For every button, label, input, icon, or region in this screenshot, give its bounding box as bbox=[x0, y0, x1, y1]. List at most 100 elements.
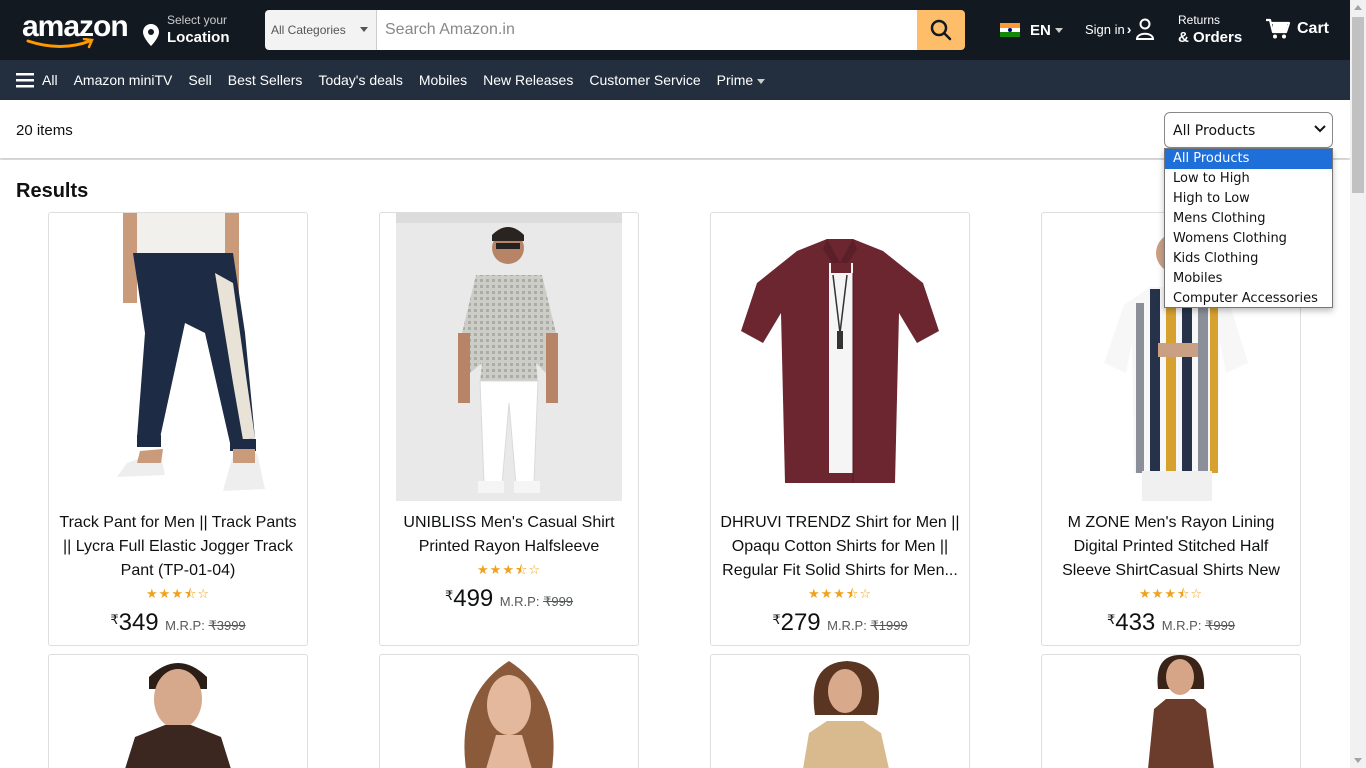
product-price: ₹499 M.R.P: ₹999 bbox=[380, 585, 638, 613]
page-scrollbar[interactable] bbox=[1350, 0, 1366, 768]
product-card[interactable] bbox=[1041, 654, 1301, 768]
sort-option-low-to-high[interactable]: Low to High bbox=[1165, 169, 1332, 189]
sort-option-all-products[interactable]: All Products bbox=[1165, 149, 1332, 169]
sort-dropdown-list: All Products Low to High High to Low Men… bbox=[1164, 148, 1333, 308]
scroll-up-icon[interactable] bbox=[1354, 5, 1362, 10]
mrp-value: ₹3999 bbox=[208, 618, 246, 633]
product-card[interactable]: UNIBLISS Men's Casual Shirt Printed Rayo… bbox=[379, 212, 639, 646]
results-section: Results Track Pant for Men || Track Pant… bbox=[0, 160, 1350, 768]
star-icon: ★★★ bbox=[1139, 586, 1177, 601]
location-line2: Location bbox=[167, 29, 230, 46]
search-icon bbox=[930, 19, 952, 41]
price-currency: ₹ bbox=[444, 588, 454, 603]
product-image[interactable] bbox=[396, 655, 622, 768]
price-amount: 433 bbox=[1115, 609, 1156, 636]
product-image[interactable] bbox=[1058, 655, 1284, 768]
product-rating: ★★★⯪☆ bbox=[380, 561, 638, 583]
sort-option-kids-clothing[interactable]: Kids Clothing bbox=[1165, 249, 1332, 269]
nav-link-sell[interactable]: Sell bbox=[188, 72, 211, 88]
product-title[interactable]: UNIBLISS Men's Casual Shirt Printed Rayo… bbox=[388, 511, 630, 559]
product-price: ₹433 M.R.P: ₹999 bbox=[1042, 609, 1300, 637]
india-flag-icon bbox=[1000, 23, 1020, 38]
half-star-icon: ⯪ bbox=[515, 562, 529, 577]
all-menu-label: All bbox=[42, 72, 58, 88]
nav-link-todays-deals[interactable]: Today's deals bbox=[318, 72, 402, 88]
nav-link-customer-service[interactable]: Customer Service bbox=[589, 72, 700, 88]
chevron-down-icon bbox=[1314, 125, 1326, 133]
mrp-value: ₹999 bbox=[543, 594, 574, 609]
search-button[interactable] bbox=[917, 10, 965, 50]
product-card[interactable]: DHRUVI TRENDZ Shirt for Men || Opaqu Cot… bbox=[710, 212, 970, 646]
cart-button[interactable]: Cart bbox=[1265, 18, 1329, 40]
search-category-label: All Categories bbox=[271, 23, 346, 37]
chevron-down-icon bbox=[360, 27, 368, 32]
hamburger-icon bbox=[16, 73, 34, 88]
price-mrp: M.R.P: ₹3999 bbox=[165, 618, 246, 633]
scrollbar-thumb[interactable] bbox=[1352, 17, 1364, 193]
sort-option-high-to-low[interactable]: High to Low bbox=[1165, 189, 1332, 209]
search-category-select[interactable]: All Categories bbox=[265, 10, 377, 50]
results-toolbar: 20 items bbox=[0, 100, 1350, 158]
user-icon bbox=[1136, 18, 1155, 40]
product-image[interactable] bbox=[65, 655, 291, 768]
nav-link-amazon-minitv[interactable]: Amazon miniTV bbox=[74, 72, 173, 88]
mrp-value: ₹999 bbox=[1205, 618, 1236, 633]
language-selector[interactable]: EN bbox=[1000, 20, 1063, 40]
sort-select[interactable]: All Products bbox=[1164, 112, 1333, 148]
prime-label: Prime bbox=[716, 72, 754, 88]
product-card[interactable] bbox=[710, 654, 970, 768]
product-card[interactable] bbox=[48, 654, 308, 768]
star-icon: ★★★ bbox=[477, 562, 515, 577]
all-menu-button[interactable]: All bbox=[16, 72, 58, 88]
product-card[interactable]: Track Pant for Men || Track Pants || Lyc… bbox=[48, 212, 308, 646]
product-title[interactable]: M ZONE Men's Rayon Lining Digital Printe… bbox=[1050, 511, 1292, 583]
returns-orders-link[interactable]: Returns & Orders bbox=[1178, 13, 1242, 46]
half-star-icon: ⯪ bbox=[846, 586, 860, 601]
sort-option-mobiles[interactable]: Mobiles bbox=[1165, 269, 1332, 289]
half-star-icon: ⯪ bbox=[1177, 586, 1191, 601]
price-mrp: M.R.P: ₹1999 bbox=[827, 618, 908, 633]
product-title[interactable]: Track Pant for Men || Track Pants || Lyc… bbox=[57, 511, 299, 583]
returns-line1: Returns bbox=[1178, 13, 1221, 27]
product-price: ₹279 M.R.P: ₹1999 bbox=[711, 609, 969, 637]
price-currency: ₹ bbox=[110, 612, 119, 627]
half-star-icon: ⯪ bbox=[184, 586, 198, 601]
nav-link-prime[interactable]: Prime bbox=[717, 72, 766, 88]
sort-option-computer-accessories[interactable]: Computer Accessories bbox=[1165, 289, 1332, 309]
product-image[interactable] bbox=[727, 213, 953, 501]
scroll-down-icon[interactable] bbox=[1354, 758, 1362, 763]
nav-link-mobiles[interactable]: Mobiles bbox=[419, 72, 467, 88]
mrp-label: M.R.P: bbox=[1161, 618, 1202, 633]
price-amount: 349 bbox=[118, 609, 159, 636]
returns-line2: & Orders bbox=[1178, 29, 1243, 46]
empty-star-icon: ☆ bbox=[197, 586, 210, 601]
mrp-value: ₹1999 bbox=[870, 618, 908, 633]
amazon-logo[interactable]: amazon bbox=[22, 12, 129, 50]
signin-button[interactable]: Sign in › bbox=[1085, 18, 1155, 40]
search-input[interactable] bbox=[377, 10, 917, 50]
product-image[interactable] bbox=[727, 655, 953, 768]
product-card[interactable] bbox=[379, 654, 639, 768]
sort-option-mens-clothing[interactable]: Mens Clothing bbox=[1165, 209, 1332, 229]
product-rating: ★★★⯪☆ bbox=[711, 585, 969, 607]
search-bar: All Categories bbox=[265, 10, 965, 50]
signin-label: Sign in bbox=[1085, 21, 1125, 37]
product-title[interactable]: DHRUVI TRENDZ Shirt for Men || Opaqu Cot… bbox=[719, 511, 961, 583]
price-mrp: M.R.P: ₹999 bbox=[1162, 618, 1235, 633]
chevron-down-icon bbox=[757, 78, 766, 84]
product-image[interactable] bbox=[65, 213, 291, 501]
product-image[interactable] bbox=[396, 213, 622, 501]
chevron-down-icon bbox=[1054, 27, 1063, 33]
mrp-label: M.R.P: bbox=[499, 594, 540, 609]
sort-option-womens-clothing[interactable]: Womens Clothing bbox=[1165, 229, 1332, 249]
empty-star-icon: ☆ bbox=[1190, 586, 1203, 601]
price-currency: ₹ bbox=[1106, 612, 1116, 627]
nav-link-new-releases[interactable]: New Releases bbox=[483, 72, 573, 88]
nav-link-best-sellers[interactable]: Best Sellers bbox=[228, 72, 303, 88]
location-pin-icon bbox=[143, 24, 159, 46]
price-amount: 499 bbox=[453, 585, 494, 612]
logo-smile-icon bbox=[26, 38, 94, 49]
location-line1: Select your bbox=[167, 13, 228, 27]
results-heading: Results bbox=[16, 180, 89, 202]
mrp-label: M.R.P: bbox=[165, 618, 205, 633]
